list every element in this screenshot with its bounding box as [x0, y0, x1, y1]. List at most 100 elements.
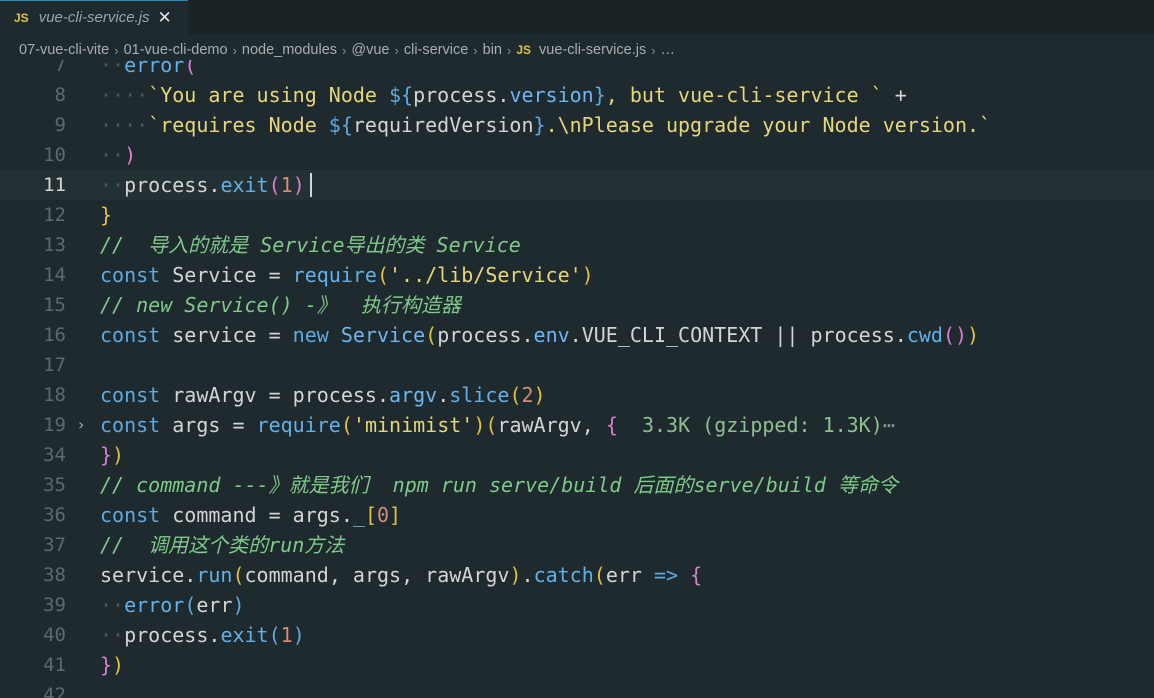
code-token: ,: [581, 413, 606, 437]
line-number: 9: [54, 114, 66, 136]
code-token: '../lib/Service': [389, 263, 582, 287]
code-token: =: [232, 413, 257, 437]
code-line[interactable]: 19 › const args = require('minimist')(rawA…: [0, 410, 1154, 440]
code-token: ··: [100, 593, 125, 617]
line-number: 41: [43, 654, 66, 676]
code-token: // new Service() -》 执行构造器: [100, 293, 461, 317]
code-line[interactable]: 38 service.run(command, args, rawArgv).ca…: [0, 560, 1154, 590]
code-token: .: [340, 503, 353, 527]
code-token: VUE_CLI_CONTEXT: [581, 323, 775, 347]
code-text: // 调用这个类的run方法: [100, 530, 344, 560]
code-line[interactable]: 14 const Service = require('../lib/Servic…: [0, 260, 1154, 290]
code-token: version: [509, 83, 594, 107]
code-token: =: [268, 503, 293, 527]
code-line[interactable]: 35 // command ---》就是我们 npm run serve/buil…: [0, 470, 1154, 500]
code-token: ): [124, 143, 137, 167]
code-line[interactable]: 36 const command = args._[0]: [0, 500, 1154, 530]
code-token: error: [124, 593, 185, 617]
code-line[interactable]: 7 ··error(: [0, 60, 1154, 80]
code-token: ,: [328, 563, 353, 587]
tab-bar: JS vue-cli-service.js ✕: [0, 0, 1154, 34]
breadcrumb-more[interactable]: …: [661, 42, 676, 58]
breadcrumb-item[interactable]: node_modules: [242, 42, 337, 58]
breadcrumb-file[interactable]: vue-cli-service.js: [539, 42, 646, 58]
fold-chevron-icon[interactable]: ›: [78, 410, 84, 440]
line-number: 8: [54, 84, 66, 106]
code-line[interactable]: 39 ··error(err): [0, 590, 1154, 620]
code-token: catch: [533, 563, 594, 587]
code-line[interactable]: 37 // 调用这个类的run方法: [0, 530, 1154, 560]
code-editor[interactable]: 7 ··error(8 ····`You are using Node ${proc…: [0, 60, 1154, 698]
close-icon[interactable]: ✕: [158, 8, 172, 28]
breadcrumb-item[interactable]: bin: [483, 42, 502, 58]
text-cursor: [310, 173, 312, 197]
code-line[interactable]: 18 const rawArgv = process.argv.slice(2): [0, 380, 1154, 410]
code-token: process: [124, 173, 209, 197]
code-token: ): [473, 413, 486, 437]
chevron-right-icon: ›: [651, 42, 656, 58]
line-number: 38: [43, 564, 66, 586]
code-token: const: [100, 383, 173, 407]
tab-vue-cli-service[interactable]: JS vue-cli-service.js ✕: [0, 0, 188, 34]
code-token: rawArgv: [172, 383, 269, 407]
code-line[interactable]: 15 // new Service() -》 执行构造器: [0, 290, 1154, 320]
code-token: rawArgv: [497, 413, 582, 437]
code-line[interactable]: 8 ····`You are using Node ${process.versi…: [0, 80, 1154, 110]
code-token: ): [292, 173, 305, 197]
code-token: }: [100, 653, 113, 677]
code-line[interactable]: 40 ··process.exit(1): [0, 620, 1154, 650]
code-token: }: [100, 443, 113, 467]
code-line[interactable]: 34}): [0, 440, 1154, 470]
code-line[interactable]: 16 const service = new Service(process.en…: [0, 320, 1154, 350]
code-token: process: [124, 623, 209, 647]
code-token: .: [894, 323, 907, 347]
line-number: 39: [43, 594, 66, 616]
code-text: const service = new Service(process.env.…: [100, 320, 979, 350]
code-line[interactable]: 17: [0, 350, 1154, 380]
code-text: ····`You are using Node ${process.versio…: [100, 80, 907, 110]
code-line[interactable]: 12}: [0, 200, 1154, 230]
code-token: ${: [328, 113, 353, 137]
code-token: slice: [449, 383, 510, 407]
breadcrumb-item[interactable]: @vue: [351, 42, 389, 58]
breadcrumb-item[interactable]: cli-service: [404, 42, 468, 58]
code-text: service.run(command, args, rawArgv).catc…: [100, 560, 702, 590]
chevron-right-icon: ›: [232, 42, 237, 58]
code-line[interactable]: 10 ··): [0, 140, 1154, 170]
code-text: // new Service() -》 执行构造器: [100, 290, 461, 320]
code-line[interactable]: 9 ····`requires Node ${requiredVersion}.\…: [0, 110, 1154, 140]
line-number: 12: [43, 204, 66, 226]
code-text: ····`requires Node ${requiredVersion}.\n…: [100, 110, 991, 140]
code-token: new: [292, 323, 341, 347]
code-line[interactable]: 42: [0, 680, 1154, 698]
code-line[interactable]: 41}): [0, 650, 1154, 680]
code-token: (: [485, 413, 498, 437]
code-text: }): [100, 440, 124, 470]
breadcrumb-item[interactable]: 07-vue-cli-vite: [19, 42, 109, 58]
code-token: ): [112, 653, 125, 677]
code-token: (: [184, 60, 197, 77]
code-token: (: [232, 563, 245, 587]
code-text: ··error(err): [100, 590, 245, 620]
line-number: 7: [54, 60, 66, 76]
code-line[interactable]: 11 ··process.exit(1): [0, 170, 1154, 200]
code-token: =>: [654, 563, 691, 587]
code-token: ····: [100, 113, 149, 137]
code-text: const rawArgv = process.argv.slice(2): [100, 380, 546, 410]
breadcrumb: 07-vue-cli-vite › 01-vue-cli-demo › node…: [19, 40, 675, 60]
line-number: 11: [43, 174, 66, 196]
chevron-right-icon: ›: [342, 42, 347, 58]
code-text: // 导入的就是 Service导出的类 Service: [100, 230, 521, 260]
code-token: Service: [172, 263, 269, 287]
code-token: ⋯: [882, 413, 895, 437]
js-file-icon: JS: [516, 43, 532, 57]
code-token: , but vue-cli-service `: [605, 83, 895, 107]
code-token: ): [581, 263, 594, 287]
code-token: _: [352, 503, 365, 527]
code-line[interactable]: 13 // 导入的就是 Service导出的类 Service: [0, 230, 1154, 260]
code-token: // command ---》就是我们 npm run serve/build …: [100, 473, 898, 497]
code-token: const: [100, 413, 173, 437]
code-token: =: [268, 323, 293, 347]
breadcrumb-item[interactable]: 01-vue-cli-demo: [124, 42, 228, 58]
line-number: 42: [43, 684, 66, 698]
